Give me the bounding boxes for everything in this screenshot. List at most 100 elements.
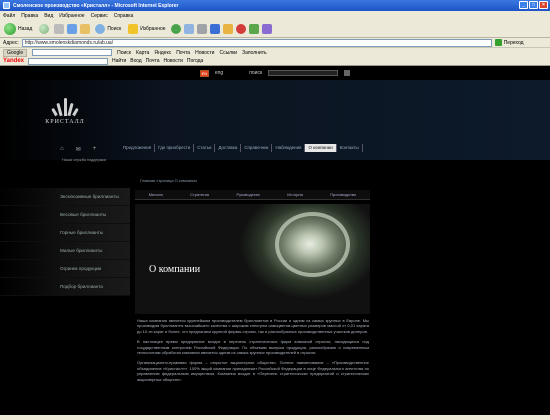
history-icon[interactable] <box>170 23 181 34</box>
links-item[interactable]: Google <box>3 48 28 57</box>
nav-item[interactable]: Контакты <box>337 144 363 152</box>
crown-icon <box>45 96 85 117</box>
subnav-item[interactable]: Миссия <box>149 192 163 197</box>
window-title: Смоленское производство «Кристалл» - Mic… <box>13 2 179 9</box>
subnav-item[interactable]: Производство <box>330 192 356 197</box>
sidebar-item[interactable]: Весовые бриллианты <box>0 206 130 224</box>
refresh-icon[interactable] <box>67 23 78 34</box>
site-search-input[interactable] <box>268 70 339 76</box>
support-label[interactable]: Наша служба поддержки <box>62 158 106 162</box>
yandex-bar: Yandex Найти Вход Почта Новости Погода <box>0 57 550 66</box>
edit-icon[interactable] <box>209 23 220 34</box>
back-button[interactable]: Назад <box>2 22 34 36</box>
yandex-item[interactable]: Почта <box>146 58 160 64</box>
home-icon[interactable]: ⌂ <box>60 146 64 153</box>
links-bar: Google Поиск Карта Яндекс Почта Новости … <box>0 48 550 57</box>
yandex-search-field[interactable] <box>28 57 109 65</box>
search-label: Поиск <box>107 25 122 32</box>
util-icons: ⌂ ✉ + <box>60 146 96 153</box>
sidebar-item[interactable]: Подбор бриллианта <box>0 278 130 296</box>
content-paragraph: В настоящее время предприятие входит в п… <box>137 339 369 356</box>
menu-help[interactable]: Справка <box>114 13 134 19</box>
nav-item[interactable]: Статьи <box>194 144 216 152</box>
forward-button[interactable] <box>37 22 51 36</box>
window-titlebar: Смоленское производство «Кристалл» - Mic… <box>0 0 550 11</box>
site-search-button[interactable] <box>344 70 351 76</box>
breadcrumb[interactable]: Главная страница О компании <box>140 178 197 183</box>
go-label: Переход <box>503 39 524 46</box>
favorites-button[interactable]: Избранное <box>126 22 167 36</box>
menu-view[interactable]: Вид <box>44 13 53 19</box>
main-nav: Предложения Где приобрести Статьи Достав… <box>120 142 363 154</box>
go-arrow-icon <box>494 39 502 46</box>
sidebar-item[interactable]: Малые бриллианты <box>0 242 130 260</box>
links-item[interactable]: Заполнить <box>242 50 267 56</box>
ie-icon <box>3 2 10 9</box>
links-item[interactable]: Яндекс <box>154 50 171 56</box>
links-item[interactable]: Поиск <box>117 50 131 56</box>
content-paragraph: Наша компания является крупнейшим произв… <box>137 318 369 334</box>
subnav-item[interactable]: Руководство <box>236 192 259 197</box>
go-button[interactable]: Переход <box>494 39 524 46</box>
nav-item[interactable]: Наблюдения <box>272 144 306 152</box>
yandex-item[interactable]: Вход <box>130 58 141 64</box>
add-icon[interactable]: + <box>93 146 97 153</box>
nav-item[interactable]: Где приобрести <box>155 144 195 152</box>
subnav-item[interactable]: Стратегия <box>190 192 209 197</box>
links-item[interactable]: Ссылки <box>219 50 237 56</box>
links-item[interactable]: Новости <box>195 50 214 56</box>
messenger-icon[interactable] <box>222 23 233 34</box>
mail-icon[interactable]: ✉ <box>76 146 81 153</box>
subnav-item[interactable]: История <box>287 192 303 197</box>
page-content: Наша компания является крупнейшим произв… <box>137 318 369 387</box>
links-item[interactable]: Почта <box>176 50 190 56</box>
yandex-logo[interactable]: Yandex <box>3 58 24 64</box>
close-button[interactable]: × <box>539 1 548 9</box>
menu-bar: Файл Правка Вид Избранное Сервис Справка <box>0 11 550 20</box>
nav-item-active[interactable]: О компании <box>305 144 337 152</box>
mail-icon[interactable] <box>183 23 194 34</box>
sidebar-item[interactable]: Огранка продукции <box>0 260 130 278</box>
favorites-label: Избранное <box>140 25 166 32</box>
back-label: Назад <box>18 25 33 32</box>
menu-edit[interactable]: Правка <box>21 13 38 19</box>
browser-toolbar: Назад Поиск Избранное <box>0 20 550 38</box>
site-top-bar: EN eng поиск <box>0 66 550 80</box>
sidebar: Эксклюзивные бриллианты Весовые бриллиан… <box>0 188 130 296</box>
nav-item[interactable]: Доставка <box>215 144 242 152</box>
forward-arrow-icon <box>39 23 50 34</box>
sidebar-item[interactable]: Горные бриллианты <box>0 224 130 242</box>
yandex-item[interactable]: Новости <box>164 58 183 64</box>
yandex-item[interactable]: Погода <box>187 58 203 64</box>
menu-favorites[interactable]: Избранное <box>59 13 84 19</box>
links-search-field[interactable] <box>32 49 113 56</box>
address-bar: Адрес: http://www.smolenskdiamonds.ru/ab… <box>0 38 550 48</box>
print-icon[interactable] <box>196 23 207 34</box>
lang-switch[interactable]: EN <box>199 69 209 77</box>
minimize-button[interactable]: _ <box>519 1 528 9</box>
maximize-button[interactable]: □ <box>529 1 538 9</box>
search-button[interactable]: Поиск <box>93 22 123 36</box>
yandex-item[interactable]: Найти <box>112 58 126 64</box>
media-icon[interactable] <box>235 23 246 34</box>
page-title: О компании <box>149 264 201 275</box>
sidebar-item[interactable]: Эксклюзивные бриллианты <box>0 188 130 206</box>
nav-item[interactable]: Предложения <box>120 144 156 152</box>
research-icon[interactable] <box>248 23 259 34</box>
lang-label[interactable]: eng <box>215 70 223 76</box>
address-label: Адрес: <box>3 39 19 46</box>
links-item[interactable]: Карта <box>136 50 149 56</box>
plugin-icon[interactable] <box>261 23 272 34</box>
content-paragraph: Организационно-правовая форма – открытое… <box>137 360 369 382</box>
menu-tools[interactable]: Сервис <box>91 13 108 19</box>
home-icon[interactable] <box>80 23 91 34</box>
url-field[interactable]: http://www.smolenskdiamonds.ru/ab.ua/ <box>21 38 492 47</box>
menu-file[interactable]: Файл <box>3 13 15 19</box>
back-arrow-icon <box>4 22 16 35</box>
nav-item[interactable]: Справочник <box>241 144 273 152</box>
status-bar <box>0 415 550 420</box>
stop-icon[interactable] <box>54 23 65 34</box>
search-label: поиск <box>249 70 263 76</box>
site-logo[interactable]: КРИСТАЛЛ <box>30 96 100 125</box>
url-text: http://www.smolenskdiamonds.ru/ab.ua/ <box>24 39 114 46</box>
